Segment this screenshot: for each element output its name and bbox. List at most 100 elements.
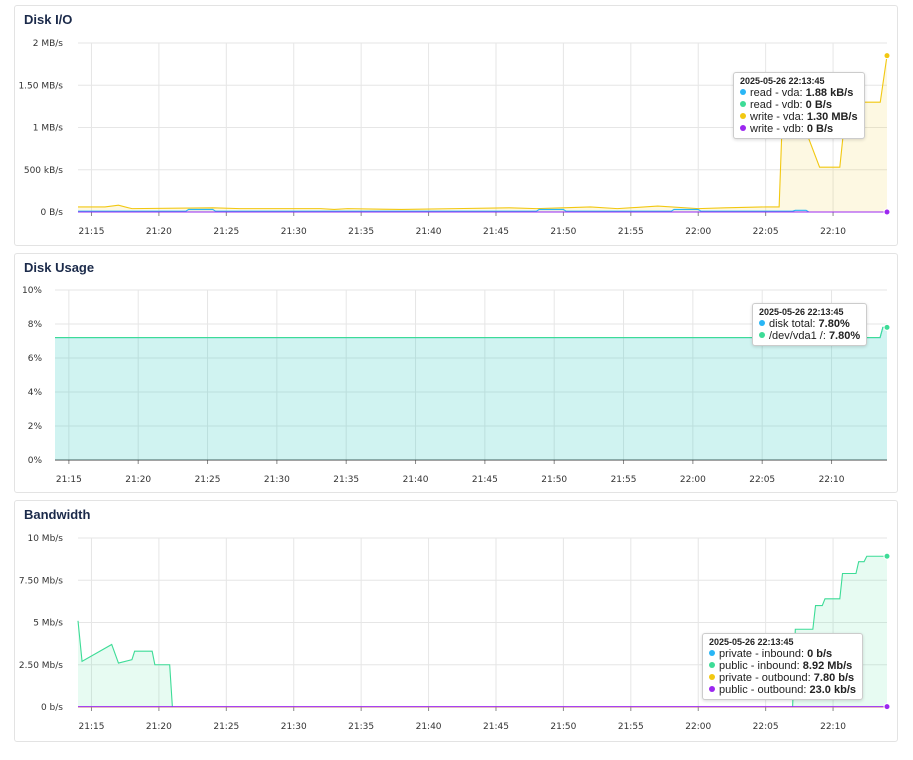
x-tick-label: 21:25: [213, 722, 239, 732]
tooltip-row: write - vdb: 0 B/s: [740, 123, 858, 135]
x-tick-label: 21:25: [195, 475, 221, 485]
tooltip-label: disk total:: [769, 318, 819, 330]
x-tick-label: 21:35: [348, 722, 374, 732]
disk-usage-chart[interactable]: 10% 8% 6% 4% 2% 0% 21:15 21:20 21:25 21:30 21:35 21…: [15, 254, 899, 494]
x-tick-label: 21:40: [416, 227, 442, 237]
y-tick-label: 0 b/s: [41, 703, 63, 713]
disk-usage-tooltip: 2025-05-26 22:13:45 disk total: 7.80%/dev…: [752, 303, 868, 346]
tooltip-label: private - outbound:: [719, 672, 814, 684]
x-tick-label: 21:15: [79, 227, 105, 237]
y-tick-label: 500 kB/s: [24, 166, 63, 176]
bandwidth-chart[interactable]: 10 Mb/s 7.50 Mb/s 5 Mb/s 2.50 Mb/s 0 b/s 21:1…: [15, 501, 899, 743]
tooltip-row: write - vda: 1.30 MB/s: [740, 111, 858, 123]
x-tick-label: 22:10: [820, 722, 846, 732]
legend-dot-icon: [709, 662, 715, 668]
x-tick-label: 21:20: [125, 475, 151, 485]
x-tick-label: 22:05: [753, 227, 779, 237]
tooltip-label: private - inbound:: [719, 648, 808, 660]
tooltip-label: public - outbound:: [719, 684, 810, 696]
tooltip-row: private - outbound: 7.80 b/s: [709, 672, 856, 684]
x-tick-label: 21:35: [348, 227, 374, 237]
tooltip-value: 23.0 kb/s: [809, 684, 856, 696]
bandwidth-tooltip: 2025-05-26 22:13:45 private - inbound: 0 …: [702, 633, 863, 700]
tooltip-row: disk total: 7.80%: [759, 318, 860, 330]
tooltip-label: write - vdb:: [750, 123, 807, 135]
y-tick-label: 10 Mb/s: [27, 534, 63, 544]
tooltip-value: 0 B/s: [805, 99, 832, 111]
legend-dot-icon: [740, 113, 746, 119]
x-tick-label: 21:15: [79, 722, 105, 732]
x-tick-label: 22:10: [820, 227, 846, 237]
series-hover-point: [883, 208, 891, 216]
y-tick-label: 7.50 Mb/s: [19, 576, 63, 586]
tooltip-value: 7.80%: [828, 330, 861, 342]
x-tick-label: 21:45: [483, 227, 509, 237]
x-tick-label: 21:50: [550, 227, 576, 237]
tooltip-row: public - outbound: 23.0 kb/s: [709, 684, 856, 696]
x-tick-label: 22:00: [685, 227, 711, 237]
series-hover-point: [883, 552, 891, 560]
x-tick-label: 21:45: [483, 722, 509, 732]
y-tick-label: 6%: [28, 354, 43, 364]
x-tick-label: 21:55: [611, 475, 637, 485]
tooltip-row: public - inbound: 8.92 Mb/s: [709, 660, 856, 672]
disk-io-panel: Disk I/O 2 MB/s 1.50 MB/s 1 MB/s 500 kB/s 0 …: [14, 5, 898, 246]
tooltip-value: 7.80%: [818, 318, 850, 330]
legend-dot-icon: [740, 89, 746, 95]
x-tick-label: 21:15: [56, 475, 82, 485]
tooltip-time: 2025-05-26 22:13:45: [759, 307, 844, 317]
tooltip-value: 8.92 Mb/s: [802, 660, 853, 672]
series-hover-point: [883, 52, 891, 60]
y-tick-label: 1.50 MB/s: [18, 81, 63, 91]
y-tick-label: 2.50 Mb/s: [19, 661, 63, 671]
x-tick-label: 22:10: [819, 475, 845, 485]
legend-dot-icon: [740, 125, 746, 131]
tooltip-row: /dev/vda1 /: 7.80%: [759, 330, 860, 342]
y-tick-label: 2 MB/s: [33, 39, 64, 49]
y-tick-label: 1 MB/s: [33, 124, 64, 134]
tooltip-value: 1.88 kB/s: [805, 87, 854, 99]
legend-dot-icon: [709, 686, 715, 692]
series-hover-point: [883, 703, 891, 711]
x-tick-label: 21:20: [146, 227, 172, 237]
tooltip-label: write - vda:: [750, 111, 807, 123]
tooltip-row: private - inbound: 0 b/s: [709, 648, 856, 660]
tooltip-value: 1.30 MB/s: [806, 111, 858, 123]
x-tick-label: 21:40: [403, 475, 429, 485]
y-tick-label: 8%: [28, 320, 43, 330]
x-tick-label: 21:50: [541, 475, 567, 485]
x-tick-label: 21:45: [472, 475, 498, 485]
x-tick-label: 22:00: [685, 722, 711, 732]
y-tick-label: 4%: [28, 388, 43, 398]
x-tick-label: 21:50: [550, 722, 576, 732]
tooltip-row: read - vda: 1.88 kB/s: [740, 87, 858, 99]
x-tick-label: 21:40: [416, 722, 442, 732]
tooltip-label: public - inbound:: [719, 660, 803, 672]
x-tick-label: 21:25: [213, 227, 239, 237]
x-tick-label: 21:55: [618, 227, 644, 237]
x-tick-label: 22:00: [680, 475, 706, 485]
legend-dot-icon: [709, 674, 715, 680]
tooltip-label: /dev/vda1 /:: [769, 330, 829, 342]
series-hover-point: [883, 323, 891, 331]
y-tick-label: 10%: [22, 286, 42, 296]
legend-dot-icon: [709, 650, 715, 656]
x-tick-label: 21:30: [264, 475, 290, 485]
x-tick-label: 21:35: [333, 475, 359, 485]
disk-usage-panel: Disk Usage 10% 8% 6% 4% 2% 0% 21:15 21:20 21:25 2…: [14, 253, 898, 493]
x-tick-label: 22:05: [753, 722, 779, 732]
x-tick-label: 21:30: [281, 722, 307, 732]
tooltip-label: read - vda:: [750, 87, 806, 99]
series-area: [55, 327, 887, 460]
x-tick-label: 21:55: [618, 722, 644, 732]
y-tick-label: 0%: [28, 456, 43, 466]
tooltip-row: read - vdb: 0 B/s: [740, 99, 858, 111]
y-tick-label: 2%: [28, 422, 43, 432]
y-tick-label: 5 Mb/s: [33, 619, 63, 629]
tooltip-label: read - vdb:: [750, 99, 806, 111]
x-tick-label: 22:05: [749, 475, 775, 485]
disk-io-tooltip: 2025-05-26 22:13:45 read - vda: 1.88 kB/s…: [733, 72, 865, 139]
bandwidth-panel: Bandwidth 10 Mb/s 7.50 Mb/s 5 Mb/s 2.50 Mb/…: [14, 500, 898, 742]
tooltip-time: 2025-05-26 22:13:45: [709, 637, 794, 647]
x-tick-label: 21:30: [281, 227, 307, 237]
